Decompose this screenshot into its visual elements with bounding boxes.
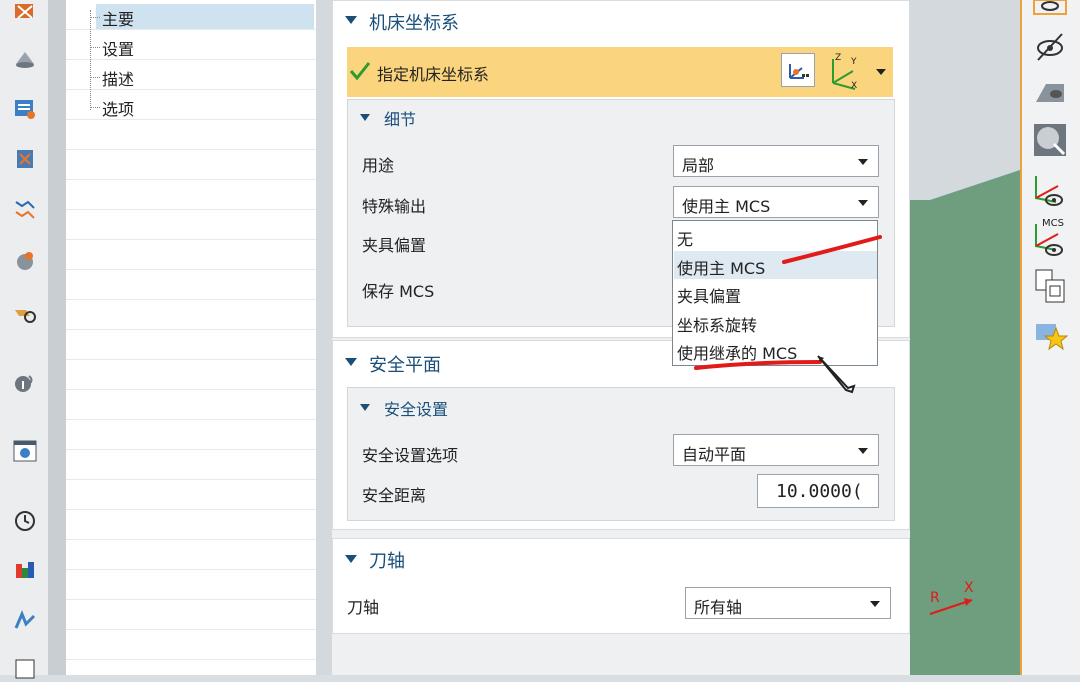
collapse-triangle-icon[interactable] — [345, 555, 357, 563]
solid-body-icon[interactable] — [1032, 76, 1068, 112]
tree-row — [66, 510, 316, 540]
tree-connector — [90, 10, 91, 110]
method-icon[interactable] — [12, 248, 38, 274]
tree-connector — [90, 77, 100, 78]
operation-navigator-icon[interactable] — [12, 96, 38, 122]
system-icon[interactable] — [12, 656, 38, 682]
tree-row — [66, 420, 316, 450]
right-toolbar: MCS — [1020, 0, 1080, 675]
dialog-tree-navigator: 主要 设置 描述 选项 — [66, 0, 317, 675]
info-icon[interactable] — [12, 370, 38, 396]
tree-connector — [90, 47, 100, 48]
tree-row — [66, 180, 316, 210]
tool-axis-label: 刀轴 — [347, 598, 380, 617]
tool-axis-dropdown[interactable]: 所有轴 — [685, 587, 891, 619]
pen-cursor-icon — [817, 355, 856, 394]
tool-axis-section: 刀轴 刀轴 所有轴 — [332, 538, 910, 634]
tree-connector — [90, 17, 100, 18]
palette-icon[interactable] — [12, 558, 38, 584]
safety-option-dropdown[interactable]: 自动平面 — [673, 434, 879, 466]
tree-item-description[interactable]: 描述 — [102, 66, 134, 90]
tool-axis-value: 所有轴 — [694, 598, 743, 617]
tree-item-main[interactable]: 主要 — [102, 6, 134, 30]
safety-distance-value: 10.0000( — [776, 481, 863, 502]
tree-row — [66, 300, 316, 330]
hide-eye-icon[interactable] — [1032, 28, 1068, 64]
safety-option-value: 自动平面 — [682, 445, 747, 464]
geometry-icon[interactable] — [12, 196, 38, 222]
safety-distance-label: 安全距离 — [362, 486, 427, 505]
left-toolbar — [0, 0, 49, 679]
mcs-icon-label: MCS — [1042, 218, 1064, 229]
tree-row — [66, 210, 316, 240]
tree-row — [66, 570, 316, 600]
browser-icon[interactable] — [12, 438, 38, 464]
shaded-view-icon[interactable] — [12, 46, 38, 72]
tree-row — [66, 480, 316, 510]
machine-tool-icon[interactable] — [12, 146, 38, 172]
chevron-down-icon — [858, 448, 868, 454]
favorites-star-icon[interactable] — [1032, 318, 1068, 354]
drawing-sheet-icon[interactable] — [1032, 268, 1068, 304]
orient-view-icon[interactable] — [12, 0, 38, 26]
tree-row — [66, 150, 316, 180]
tree-row — [66, 540, 316, 570]
tree-item-settings[interactable]: 设置 — [102, 36, 134, 60]
safety-option-label: 安全设置选项 — [362, 446, 459, 465]
tree-row — [66, 120, 316, 150]
safety-distance-input[interactable]: 10.0000( — [757, 474, 879, 508]
left-splitter[interactable] — [48, 0, 66, 675]
tree-row — [66, 390, 316, 420]
chevron-down-icon — [870, 601, 880, 607]
tree-row — [66, 330, 316, 360]
main-settings-panel: 机床坐标系 指定机床坐标系 Z Y X 细节 用途 特殊输出 夹具偏置 保存 M… — [332, 0, 910, 675]
csys-eye-icon[interactable] — [1032, 172, 1068, 208]
axis-label-x: X — [964, 580, 974, 596]
tree-item-options[interactable]: 选项 — [102, 96, 134, 120]
tool-axis-title[interactable]: 刀轴 — [369, 547, 405, 573]
tool-icon[interactable] — [12, 300, 38, 326]
axis-label-r: R — [930, 590, 940, 606]
panel-splitter — [316, 0, 332, 675]
roles-icon[interactable] — [12, 608, 38, 634]
tree-row — [66, 360, 316, 390]
history-icon[interactable] — [12, 508, 38, 534]
tree-row — [66, 240, 316, 270]
tree-row — [66, 450, 316, 480]
tree-row — [66, 630, 316, 660]
tree-connector — [90, 107, 100, 108]
tree-row — [66, 600, 316, 630]
tree-row — [66, 270, 316, 300]
material-sphere-icon[interactable] — [1032, 122, 1068, 158]
graphics-background-top — [910, 0, 1020, 200]
